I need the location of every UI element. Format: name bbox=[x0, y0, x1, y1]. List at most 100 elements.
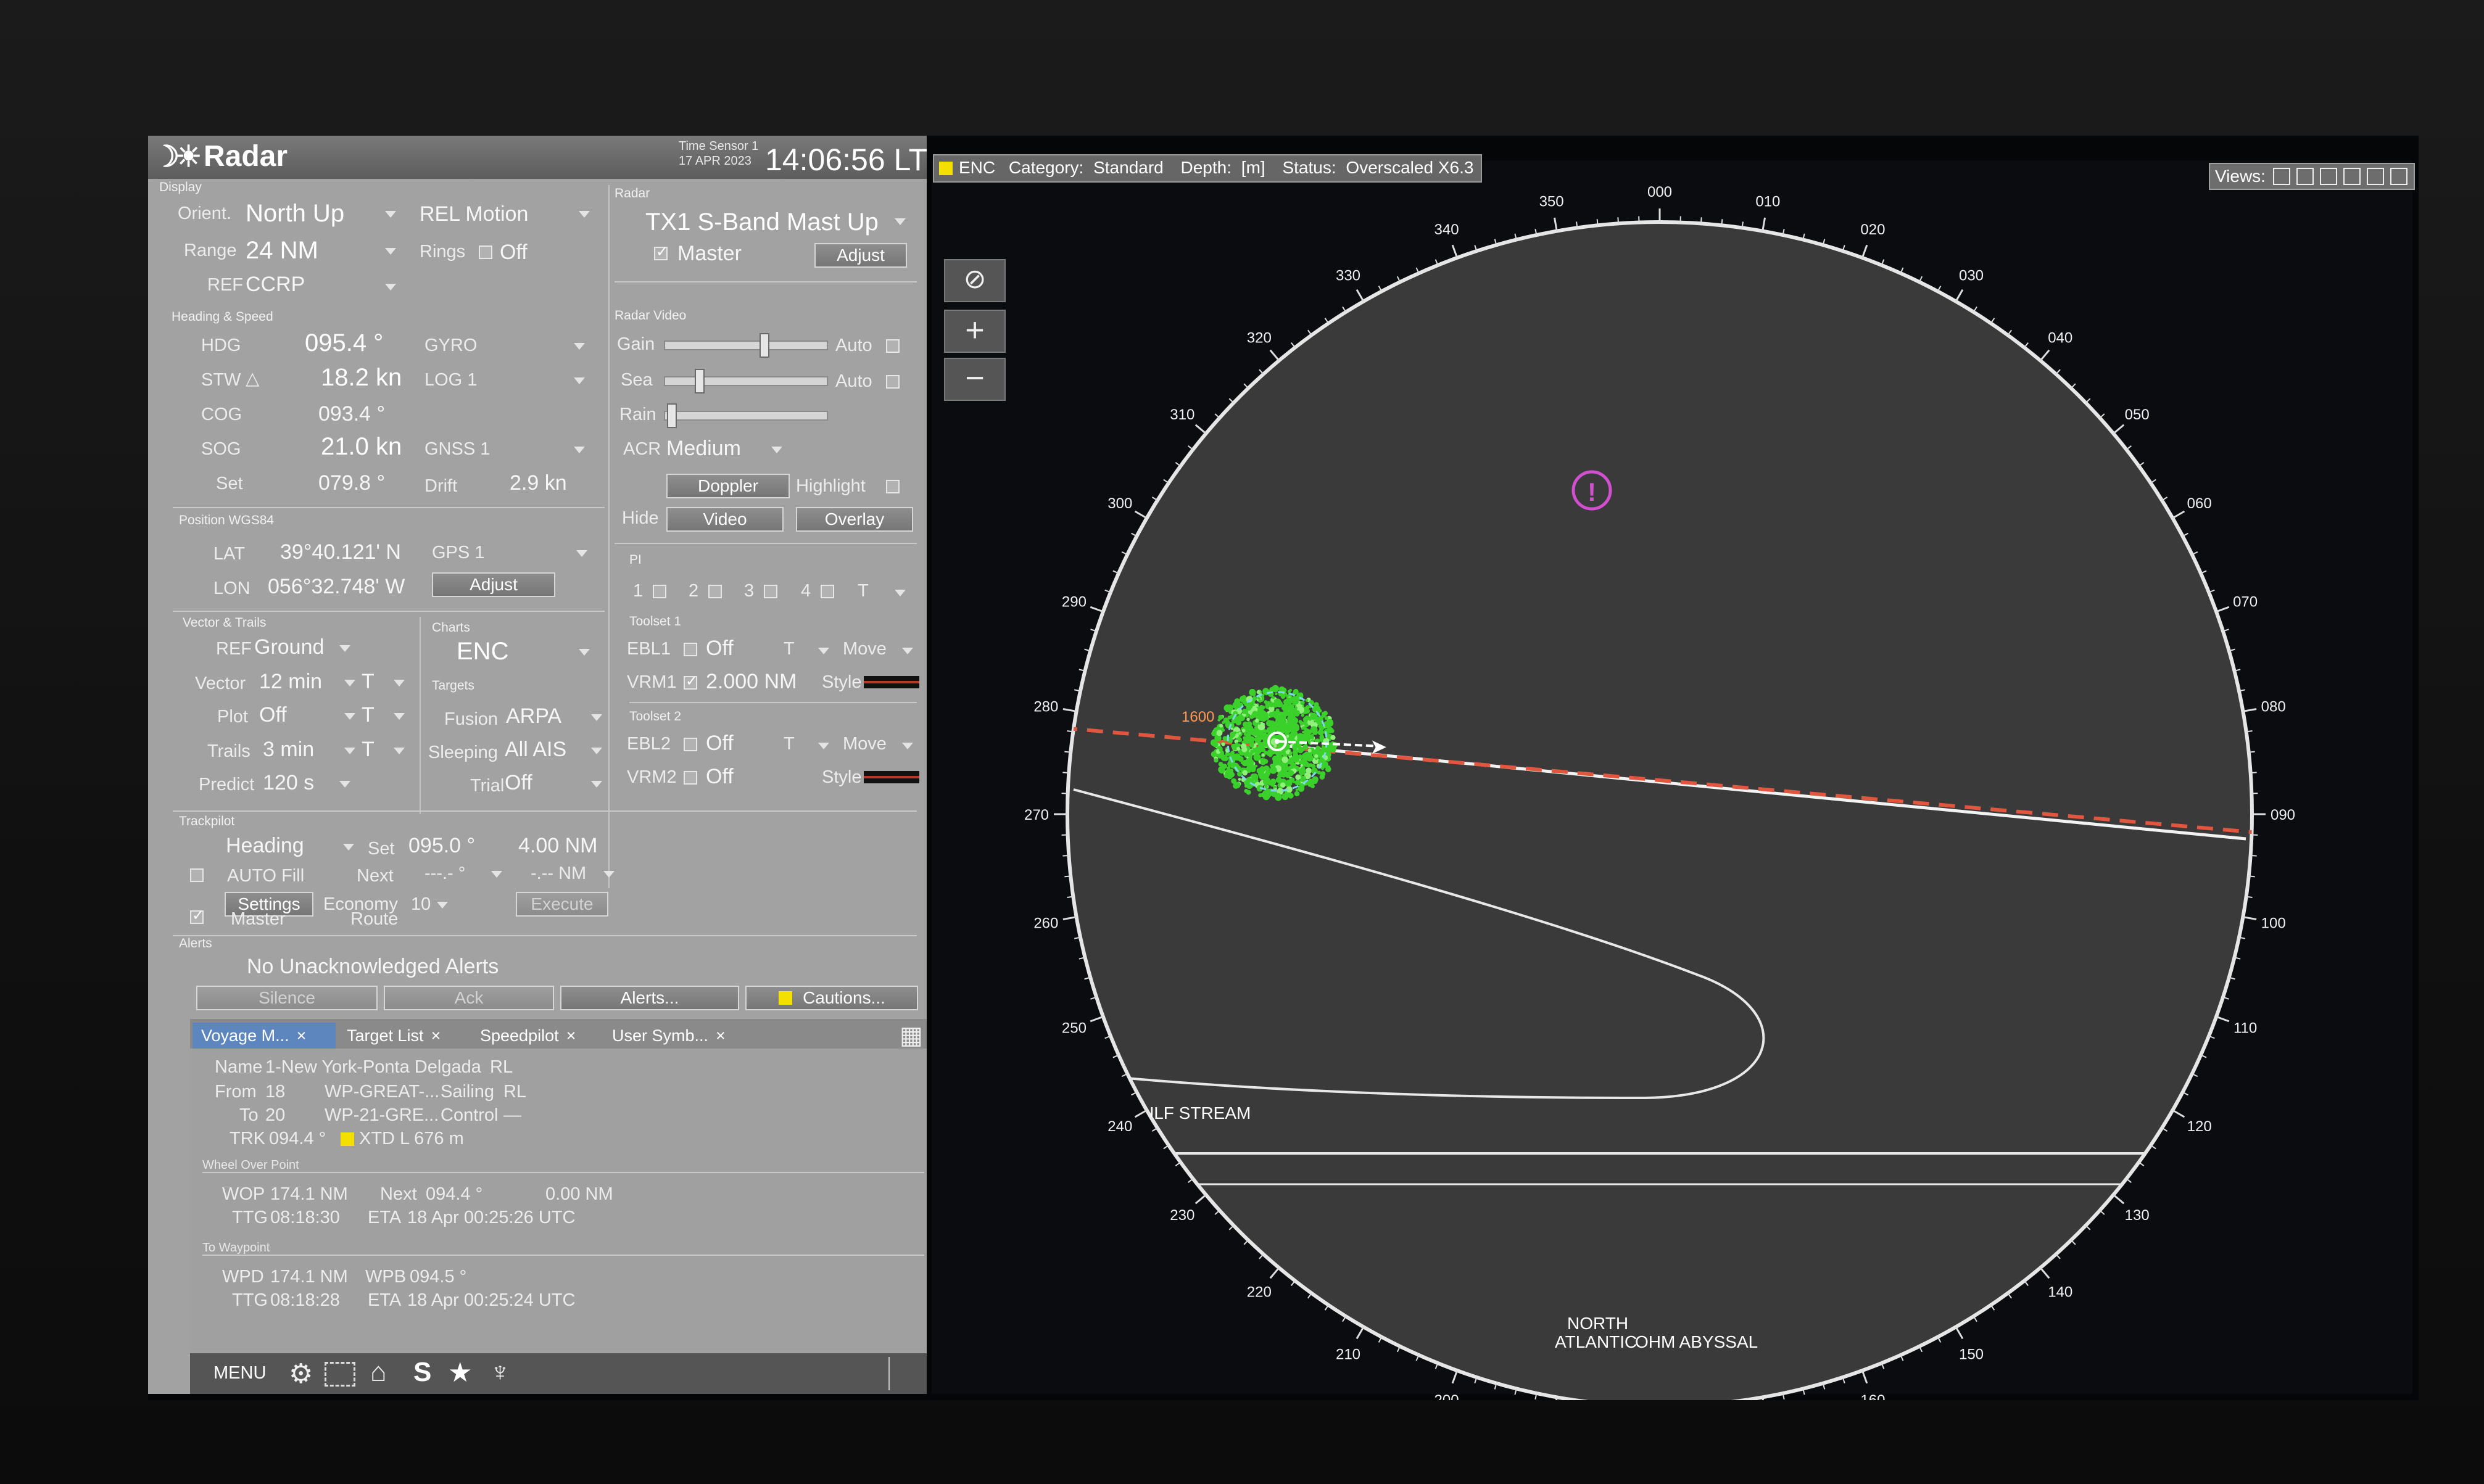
echo-speck bbox=[1270, 778, 1277, 785]
bearing-tick bbox=[1576, 221, 1578, 228]
bearing-label: 300 bbox=[1107, 495, 1132, 512]
echo-speck bbox=[1244, 784, 1248, 788]
feature-north: NORTH bbox=[1567, 1314, 1628, 1333]
echo-speck bbox=[1310, 784, 1315, 788]
echo-speck bbox=[1288, 793, 1294, 799]
bearing-tick bbox=[1228, 398, 1235, 403]
echo-speck bbox=[1230, 727, 1233, 730]
echo-speck bbox=[1319, 774, 1325, 780]
echo-speck bbox=[1252, 696, 1257, 701]
bearing-tick bbox=[1741, 221, 1744, 228]
echo-speck bbox=[1223, 704, 1231, 712]
echo-speck bbox=[1218, 766, 1225, 773]
echo-speck bbox=[1244, 737, 1251, 744]
echo-speck bbox=[1231, 753, 1236, 759]
echo-speck bbox=[1236, 722, 1240, 725]
bearing-tick bbox=[2071, 1239, 2076, 1245]
echo-speck bbox=[1309, 763, 1313, 767]
echo-speck bbox=[1218, 714, 1223, 720]
bearing-tick bbox=[1134, 1109, 1148, 1118]
echo-speck bbox=[1288, 770, 1294, 777]
echo-speck bbox=[1245, 733, 1251, 738]
bearing-tick bbox=[1762, 217, 1766, 231]
echo-speck bbox=[1330, 735, 1336, 740]
radar-ppi[interactable]: 000 010 020 030 040 050 060 070 080 090 100 110 120 1… bbox=[148, 136, 2419, 1400]
echo-speck bbox=[1264, 777, 1270, 783]
echo-speck bbox=[1281, 770, 1289, 778]
echo-speck bbox=[1317, 729, 1324, 736]
echo-speck bbox=[1234, 781, 1241, 789]
bearing-label: 050 bbox=[2125, 406, 2150, 423]
echo-speck bbox=[1293, 769, 1297, 772]
echo-speck bbox=[1274, 698, 1281, 706]
ecdis-screen: ☽ ☀ Radar Time Sensor 1 17 APR 2023 14:0… bbox=[148, 136, 2419, 1400]
echo-speck bbox=[1305, 699, 1309, 702]
echo-speck bbox=[1230, 732, 1236, 738]
bearing-tick bbox=[1062, 854, 1069, 857]
echo-speck bbox=[1224, 771, 1230, 776]
bearing-tick bbox=[1596, 219, 1599, 226]
bearing-label: 070 bbox=[2233, 594, 2258, 611]
bearing-tick bbox=[2216, 1015, 2230, 1023]
bearing-tick bbox=[1090, 606, 1104, 613]
echo-speck bbox=[1318, 709, 1322, 713]
echo-speck bbox=[1251, 712, 1257, 718]
echo-speck bbox=[1238, 756, 1244, 762]
echo-speck bbox=[1299, 692, 1304, 697]
echo-speck bbox=[1315, 747, 1320, 752]
echo-speck bbox=[1255, 737, 1261, 743]
echo-speck bbox=[1250, 729, 1257, 736]
echo-speck bbox=[1297, 733, 1304, 740]
echo-speck bbox=[1252, 692, 1256, 696]
echo-speck bbox=[1253, 753, 1261, 761]
echo-speck bbox=[1290, 715, 1295, 720]
bearing-label: 140 bbox=[2048, 1284, 2072, 1301]
echo-speck bbox=[1272, 685, 1280, 693]
bearing-tick bbox=[1269, 349, 1280, 361]
echo-speck bbox=[1277, 773, 1282, 778]
bearing-tick bbox=[2172, 1109, 2185, 1118]
bearing-label: 150 bbox=[1959, 1346, 1984, 1363]
echo-speck bbox=[1261, 732, 1268, 740]
echo-speck bbox=[1238, 714, 1243, 718]
echo-speck bbox=[1242, 770, 1248, 776]
range-mark: 1600 bbox=[1182, 709, 1214, 725]
bearing-tick bbox=[2216, 606, 2230, 613]
bearing-tick bbox=[1194, 1193, 1207, 1205]
echo-speck bbox=[1260, 757, 1265, 762]
echo-speck bbox=[1314, 702, 1319, 707]
bearing-label: 240 bbox=[1107, 1118, 1132, 1135]
echo-speck bbox=[1219, 748, 1223, 752]
echo-speck bbox=[1269, 702, 1275, 707]
bearing-label: 340 bbox=[1435, 221, 1459, 238]
echo-speck bbox=[1216, 730, 1223, 736]
arrowhead-icon: ➤ bbox=[1370, 735, 1388, 759]
echo-speck bbox=[1226, 720, 1230, 724]
bearing-tick bbox=[2055, 369, 2061, 375]
bearing-tick bbox=[1062, 772, 1069, 774]
echo-speck bbox=[1219, 723, 1223, 728]
echo-speck bbox=[1259, 704, 1264, 710]
alert-symbol-glyph: ! bbox=[1588, 477, 1596, 506]
bearing-tick bbox=[1214, 413, 1220, 419]
echo-speck bbox=[1287, 704, 1294, 711]
echo-speck bbox=[1265, 720, 1273, 727]
bearing-tick bbox=[2172, 510, 2185, 519]
bearing-label: 200 bbox=[1435, 1392, 1459, 1400]
echo-speck bbox=[1302, 730, 1306, 734]
echo-speck bbox=[1293, 749, 1298, 755]
bearing-tick bbox=[1067, 730, 1074, 733]
echo-speck bbox=[1257, 733, 1261, 737]
bearing-label: 000 bbox=[1647, 184, 1672, 200]
echo-speck bbox=[1256, 690, 1261, 695]
bearing-tick bbox=[1243, 383, 1249, 389]
bearing-tick bbox=[1700, 217, 1702, 224]
echo-speck bbox=[1269, 766, 1277, 774]
echo-speck bbox=[1321, 761, 1328, 768]
bearing-tick bbox=[1228, 1225, 1235, 1230]
echo-speck bbox=[1312, 760, 1317, 764]
bearing-tick bbox=[2085, 1225, 2091, 1230]
echo-speck bbox=[1246, 705, 1252, 711]
bearing-tick bbox=[1356, 289, 1365, 302]
echo-speck bbox=[1222, 736, 1228, 741]
